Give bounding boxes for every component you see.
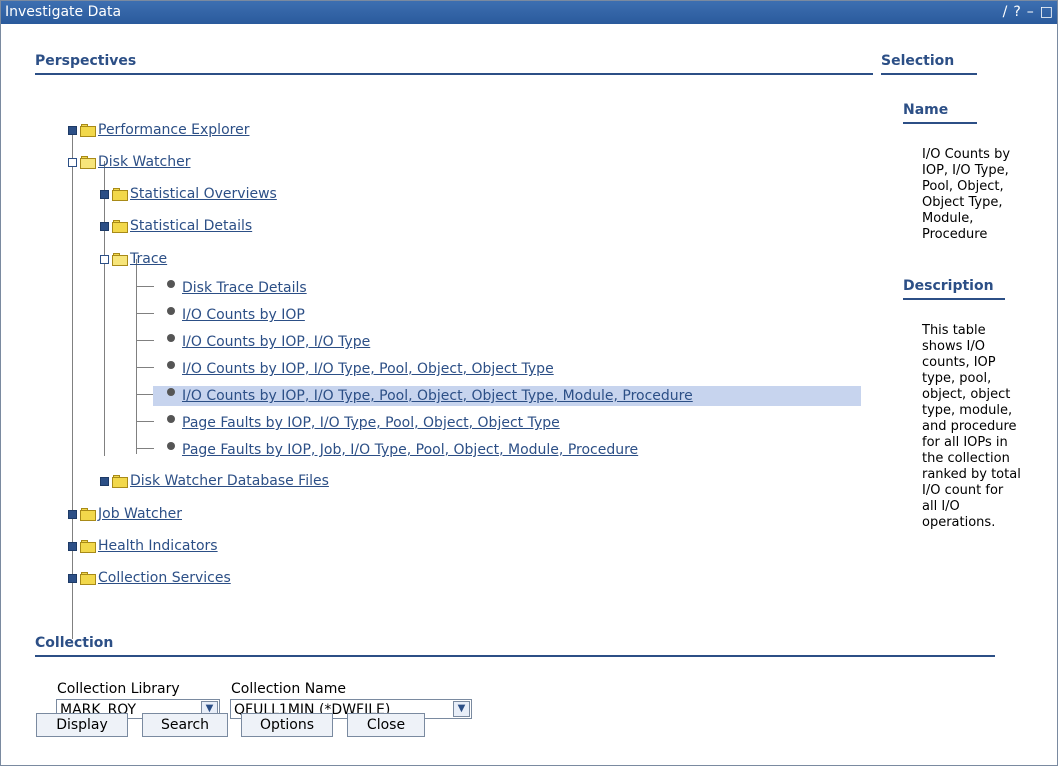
- tree-branch: [136, 367, 154, 368]
- collection-library-label: Collection Library: [57, 681, 180, 697]
- open-folder-icon: [112, 252, 128, 266]
- title-bar: Investigate Data / ? – □: [1, 1, 1057, 24]
- bullet-icon: [167, 280, 175, 288]
- trace-item-link[interactable]: I/O Counts by IOP: [182, 307, 305, 323]
- folder-icon: [80, 571, 96, 585]
- disk-watcher-link[interactable]: Disk Watcher: [98, 154, 190, 170]
- maximize-icon[interactable]: □: [1040, 1, 1053, 24]
- folder-icon: [80, 123, 96, 137]
- tree-branch: [136, 286, 154, 287]
- collapse-icon[interactable]: [68, 157, 77, 167]
- expand-icon[interactable]: [100, 189, 109, 199]
- tree-node-statistical-overviews[interactable]: Statistical Overviews: [100, 183, 277, 205]
- bullet-icon: [167, 415, 175, 423]
- tree-branch: [136, 421, 154, 422]
- statistical-details-link[interactable]: Statistical Details: [130, 218, 252, 234]
- edit-icon[interactable]: /: [1003, 1, 1008, 24]
- health-indicators-link[interactable]: Health Indicators: [98, 538, 218, 554]
- trace-item-link[interactable]: Page Faults by IOP, I/O Type, Pool, Obje…: [182, 415, 560, 431]
- tree-node-job-watcher[interactable]: Job Watcher: [68, 503, 182, 525]
- expand-icon[interactable]: [68, 541, 77, 551]
- trace-item[interactable]: I/O Counts by IOP: [167, 304, 305, 326]
- trace-item-link[interactable]: I/O Counts by IOP, I/O Type, Pool, Objec…: [182, 361, 554, 377]
- selection-heading: Selection: [881, 53, 955, 69]
- tree-node-disk-watcher[interactable]: Disk Watcher: [68, 151, 190, 173]
- folder-icon: [80, 507, 96, 521]
- name-rule: [903, 122, 977, 124]
- trace-item[interactable]: Page Faults by IOP, Job, I/O Type, Pool,…: [167, 439, 638, 461]
- folder-icon: [112, 219, 128, 233]
- description-heading: Description: [903, 278, 994, 294]
- selection-name-text: I/O Counts by IOP, I/O Type, Pool, Objec…: [922, 147, 1011, 242]
- trace-item[interactable]: I/O Counts by IOP, I/O Type: [167, 331, 370, 353]
- help-icon[interactable]: ?: [1013, 1, 1020, 24]
- tree-branch: [136, 394, 154, 395]
- trace-item-link[interactable]: I/O Counts by IOP, I/O Type, Pool, Objec…: [182, 388, 693, 404]
- window-controls: / ? – □: [1003, 1, 1053, 24]
- description-rule: [903, 298, 1005, 300]
- performance-explorer-link[interactable]: Performance Explorer: [98, 122, 249, 138]
- trace-item[interactable]: I/O Counts by IOP, I/O Type, Pool, Objec…: [167, 358, 554, 380]
- trace-item-link[interactable]: I/O Counts by IOP, I/O Type: [182, 334, 370, 350]
- search-button[interactable]: Search: [142, 713, 228, 737]
- collection-rule: [35, 655, 995, 657]
- tree-branch: [136, 340, 154, 341]
- tree-node-collection-services[interactable]: Collection Services: [68, 567, 231, 589]
- expand-icon[interactable]: [100, 476, 109, 486]
- bullet-icon: [167, 307, 175, 315]
- tree-branch: [136, 448, 154, 449]
- tree-node-health-indicators[interactable]: Health Indicators: [68, 535, 218, 557]
- expand-icon[interactable]: [68, 573, 77, 583]
- open-folder-icon: [80, 155, 96, 169]
- bullet-icon: [167, 388, 175, 396]
- investigate-data-window: Investigate Data / ? – □ Perspectives Se…: [0, 0, 1058, 766]
- expand-icon[interactable]: [68, 509, 77, 519]
- statistical-overviews-link[interactable]: Statistical Overviews: [130, 186, 277, 202]
- bullet-icon: [167, 361, 175, 369]
- selection-description-text: This table shows I/O counts, IOP type, p…: [922, 323, 1021, 530]
- options-button[interactable]: Options: [241, 713, 333, 737]
- tree-node-performance-explorer[interactable]: Performance Explorer: [68, 119, 249, 141]
- trace-item[interactable]: Disk Trace Details: [167, 277, 307, 299]
- expand-icon[interactable]: [100, 221, 109, 231]
- perspectives-heading: Perspectives: [35, 53, 137, 69]
- expand-icon[interactable]: [68, 125, 77, 135]
- trace-item-link[interactable]: Page Faults by IOP, Job, I/O Type, Pool,…: [182, 442, 638, 458]
- tree-root-line: [72, 131, 73, 639]
- folder-icon: [80, 539, 96, 553]
- tree-trace-line: [136, 259, 137, 454]
- bullet-icon: [167, 442, 175, 450]
- trace-item-link[interactable]: Disk Trace Details: [182, 280, 307, 296]
- trace-item[interactable]: Page Faults by IOP, I/O Type, Pool, Obje…: [167, 412, 560, 434]
- minimize-icon[interactable]: –: [1027, 1, 1034, 24]
- name-heading: Name: [903, 102, 949, 118]
- tree-node-trace[interactable]: Trace: [100, 248, 167, 270]
- trace-link[interactable]: Trace: [130, 251, 167, 267]
- chevron-down-icon[interactable]: ▼: [453, 701, 470, 717]
- folder-icon: [112, 187, 128, 201]
- collection-services-link[interactable]: Collection Services: [98, 570, 231, 586]
- tree-node-statistical-details[interactable]: Statistical Details: [100, 215, 252, 237]
- window-title: Investigate Data: [5, 4, 122, 20]
- folder-icon: [112, 474, 128, 488]
- bullet-icon: [167, 334, 175, 342]
- disk-watcher-db-files-link[interactable]: Disk Watcher Database Files: [130, 473, 329, 489]
- display-button[interactable]: Display: [36, 713, 128, 737]
- job-watcher-link[interactable]: Job Watcher: [98, 506, 182, 522]
- collapse-icon[interactable]: [100, 254, 109, 264]
- selection-rule: [881, 73, 977, 75]
- collection-name-label: Collection Name: [231, 681, 347, 697]
- collection-heading: Collection: [35, 635, 114, 651]
- tree-branch: [136, 313, 154, 314]
- close-button[interactable]: Close: [347, 713, 425, 737]
- tree-node-disk-watcher-database-files[interactable]: Disk Watcher Database Files: [100, 470, 329, 492]
- trace-item-selected[interactable]: I/O Counts by IOP, I/O Type, Pool, Objec…: [167, 385, 693, 407]
- tree-disk-watcher-line: [104, 161, 105, 456]
- perspectives-rule: [35, 73, 873, 75]
